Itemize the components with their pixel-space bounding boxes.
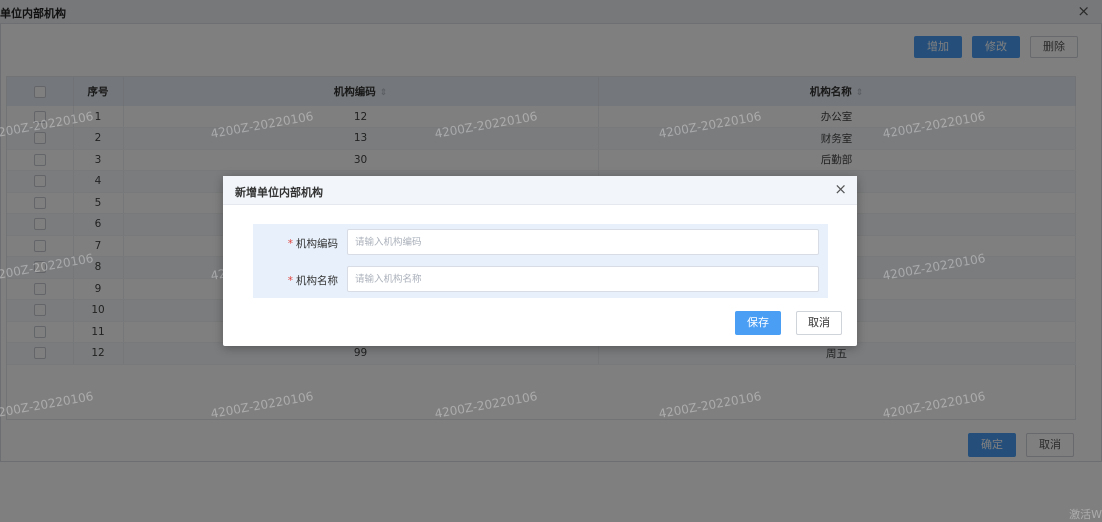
name-label: * 机构名称 — [288, 273, 338, 288]
dialog-form: *机构编码 *机构名称 — [253, 224, 828, 298]
form-row-name: * 机构名称 — [253, 266, 828, 292]
activation-text: 激活W — [1069, 508, 1102, 521]
save-button[interactable]: 保存 — [735, 311, 781, 335]
org-code-input[interactable] — [347, 229, 819, 255]
dialog-header: 新增单位内部机构 × — [223, 176, 857, 205]
code-label-text: 机构编码 — [296, 238, 338, 250]
dialog-close-icon[interactable]: × — [834, 180, 847, 198]
required-mark: * — [287, 275, 293, 287]
org-name-input[interactable] — [347, 266, 819, 292]
dialog-cancel-button[interactable]: 取消 — [796, 311, 842, 335]
add-org-dialog: 新增单位内部机构 × *机构编码 *机构名称 保存 取消 — [223, 176, 857, 346]
code-label: * 机构编码 — [288, 236, 338, 251]
name-label-text: 机构名称 — [296, 275, 338, 287]
form-row-code: * 机构编码 — [253, 229, 828, 255]
required-mark: * — [287, 238, 293, 250]
dialog-title: 新增单位内部机构 — [235, 186, 323, 199]
